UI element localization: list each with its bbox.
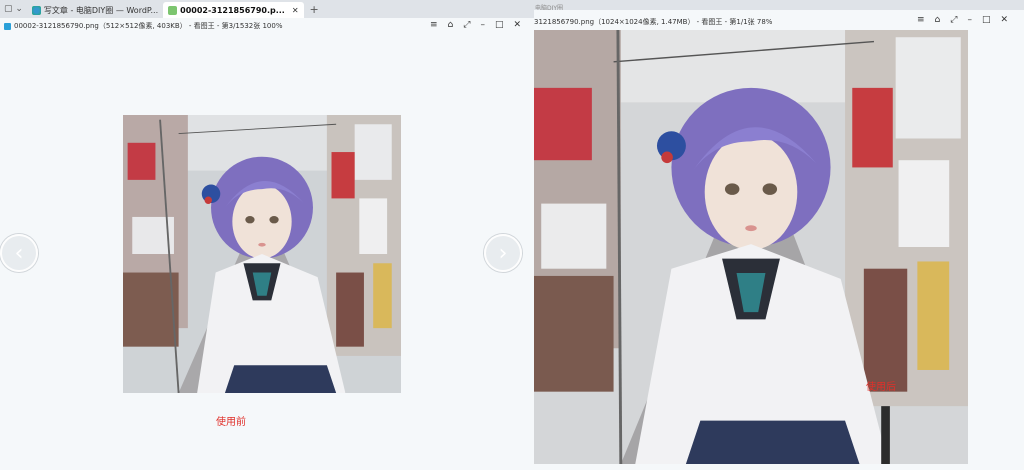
- close-button[interactable]: ✕: [1000, 15, 1008, 25]
- menu-icon[interactable]: ≡: [430, 20, 438, 30]
- skin-icon[interactable]: ⌂: [935, 15, 941, 25]
- right-viewer-title: 3121856790.png（1024×1024像素, 1.47MB） - 看图…: [534, 18, 773, 26]
- image-icon: [168, 5, 178, 15]
- tab-label: 写文章 - 电脑DIY圈 — WordP...: [43, 5, 159, 15]
- after-image: [534, 30, 968, 464]
- left-window-controls: ≡ ⌂ ⤢ – □ ✕: [430, 20, 521, 30]
- prev-image-button[interactable]: ‹: [0, 234, 38, 272]
- after-caption: 使用后: [866, 382, 896, 393]
- right-image-viewer: 3121856790.png（1024×1024像素, 1.47MB） - 看图…: [534, 10, 1024, 470]
- left-viewer-title: 00002-3121856790.png（512×512像素, 403KB） -…: [14, 22, 283, 30]
- chevron-right-icon: ›: [498, 240, 508, 266]
- left-image-viewer: 00002-3121856790.png（512×512像素, 403KB） -…: [0, 18, 534, 470]
- before-caption: 使用前: [216, 417, 246, 428]
- maximize-button[interactable]: □: [982, 15, 991, 25]
- fullscreen-icon[interactable]: ⤢: [950, 15, 957, 25]
- maximize-button[interactable]: □: [495, 20, 504, 30]
- right-window-controls: ≡ ⌂ ⤢ – □ ✕: [917, 15, 1008, 25]
- tab-list-icon[interactable]: ▢ ⌄: [0, 4, 27, 14]
- next-image-button[interactable]: ›: [484, 234, 522, 272]
- tab-wordpress[interactable]: 写文章 - 电脑DIY圈 — WordP...: [27, 2, 163, 18]
- screen: { "browser": { "tabs": [ {"label": "写文章 …: [0, 0, 1024, 470]
- chevron-left-icon: ‹: [14, 240, 24, 266]
- minimize-button[interactable]: –: [967, 15, 972, 25]
- menu-icon[interactable]: ≡: [917, 15, 925, 25]
- before-image: [123, 115, 401, 393]
- skin-icon[interactable]: ⌂: [448, 20, 454, 30]
- edge-icon: [31, 5, 41, 15]
- fullscreen-icon[interactable]: ⤢: [463, 20, 470, 30]
- new-tab-button[interactable]: +: [304, 3, 325, 16]
- viewer-app-icon: [4, 22, 11, 30]
- close-button[interactable]: ✕: [513, 20, 521, 30]
- minimize-button[interactable]: –: [480, 20, 485, 30]
- tab-label: 00002-3121856790.p...: [180, 5, 285, 15]
- tab-image[interactable]: 00002-3121856790.p... ✕: [163, 2, 304, 18]
- close-tab-icon[interactable]: ✕: [292, 6, 299, 15]
